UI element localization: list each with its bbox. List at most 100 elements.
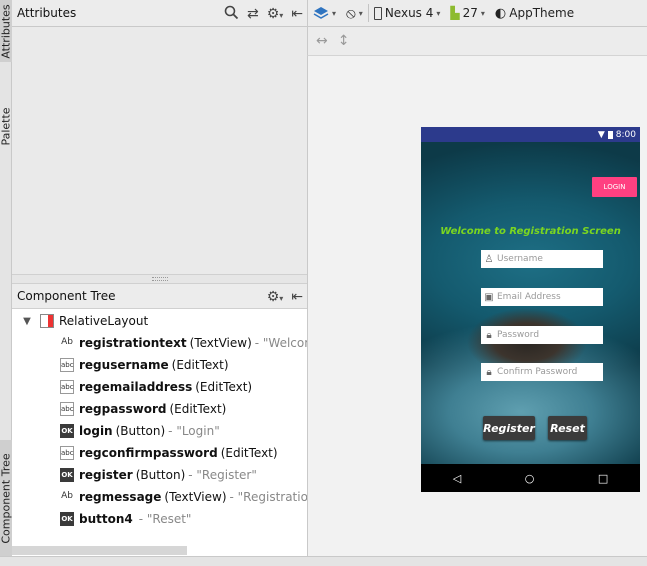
lock-icon: 🔒︎ <box>486 329 492 341</box>
phone-preview: ▼ 8:00 LOGIN Welcome to Registration Scr… <box>421 127 640 492</box>
confirm-password-field[interactable]: 🔒︎ Confirm Password <box>481 363 603 381</box>
widget-type: (TextView) <box>189 336 252 350</box>
tab-palette-label: Palette <box>0 106 13 146</box>
component-tree-tools: ⚙▾ ⇤ <box>267 284 303 309</box>
search-icon[interactable] <box>224 5 239 23</box>
layers-icon <box>313 7 329 19</box>
edittext-widget-icon: abc <box>60 446 74 460</box>
design-toolbar: ▾ ⦸ ▾ Nexus 4 ▾ ▙ 27 ▾ ◐ AppTheme <box>307 0 647 27</box>
theme-icon: ◐ <box>494 5 507 21</box>
widget-type: (Button) <box>115 424 166 438</box>
device-selector[interactable]: Nexus 4 ▾ <box>369 0 446 27</box>
status-bar: ▼ 8:00 <box>421 127 640 142</box>
password-field[interactable]: 🔒︎ Password <box>481 326 603 344</box>
design-toolbar-secondary: ↔ ↕ <box>307 27 647 56</box>
person-icon: ♙ <box>484 253 494 265</box>
welcome-text: Welcome to Registration Screen <box>440 226 621 237</box>
edittext-widget-icon: abc <box>60 402 74 416</box>
api-level-selector[interactable]: ▙ 27 ▾ <box>445 0 490 27</box>
button-widget-icon: OK <box>60 512 74 526</box>
attributes-header: Attributes ⇄ ⚙▾ ⇤ <box>12 0 307 27</box>
widget-type: (EditText) <box>195 380 253 394</box>
widget-type: (EditText) <box>171 358 229 372</box>
email-field[interactable]: ▣ Email Address <box>481 288 603 306</box>
tree-row-regemailaddress[interactable]: abc regemailaddress (EditText) <box>12 376 307 398</box>
hide-panel-icon[interactable]: ⇤ <box>291 290 303 304</box>
root-label: RelativeLayout <box>59 314 149 328</box>
tree-row-registrationtext[interactable]: Ab registrationtext(TextView)- "Welcome t… <box>12 332 307 354</box>
widget-id: regemailaddress <box>79 380 193 394</box>
tab-component-tree-label: Component Tree <box>0 452 13 544</box>
hide-panel-icon[interactable]: ⇤ <box>291 7 303 21</box>
reset-button[interactable]: Reset <box>548 416 587 440</box>
username-field[interactable]: ♙ Username <box>481 250 603 268</box>
orientation-button[interactable]: ⦸ ▾ <box>341 0 368 27</box>
navigation-bar: ◁ ○ □ <box>421 464 640 492</box>
recents-icon[interactable]: □ <box>598 472 608 485</box>
edittext-widget-icon: abc <box>60 380 74 394</box>
email-placeholder: Email Address <box>497 292 561 302</box>
widget-id: login <box>79 424 113 438</box>
app-screen: LOGIN Welcome to Registration Screen ♙ U… <box>421 142 640 464</box>
widget-id: register <box>79 468 133 482</box>
side-tool-strip: Attributes Palette Component Tree <box>0 0 13 556</box>
tab-component-tree[interactable]: Component Tree <box>0 440 13 556</box>
device-label: Nexus 4 <box>384 6 434 20</box>
widget-id: registrationtext <box>79 336 187 350</box>
tree-row-regusername[interactable]: abc regusername (EditText) <box>12 354 307 376</box>
tree-row-login[interactable]: OK login (Button) - "Login" <box>12 420 307 442</box>
widget-id: button4 <box>79 512 133 526</box>
widget-type: (EditText) <box>169 402 227 416</box>
gear-icon[interactable]: ⚙▾ <box>267 290 284 304</box>
gear-icon[interactable]: ⚙▾ <box>267 7 284 21</box>
design-surface-button[interactable]: ▾ <box>308 0 341 27</box>
widget-type: (TextView) <box>164 490 227 504</box>
login-button[interactable]: LOGIN <box>592 177 637 197</box>
button-widget-icon: OK <box>60 468 74 482</box>
home-icon[interactable]: ○ <box>525 472 535 485</box>
edittext-widget-icon: abc <box>60 358 74 372</box>
widget-text-preview: - "Registration Suc <box>229 490 307 504</box>
textview-widget-icon: Ab <box>61 337 73 347</box>
component-tree-header: Component Tree ⚙▾ ⇤ <box>12 284 307 309</box>
widget-text-preview: - "Welcome to <box>254 336 307 350</box>
button-widget-icon: OK <box>60 424 74 438</box>
api-level-label: 27 <box>462 6 478 20</box>
contact-card-icon: ▣ <box>484 291 494 303</box>
widget-id: regconfirmpassword <box>79 446 218 460</box>
expand-arrow-icon[interactable]: ▼ <box>20 316 34 327</box>
tab-attributes-label: Attributes <box>0 3 13 59</box>
tab-attributes[interactable]: Attributes <box>0 0 13 62</box>
tree-row-register[interactable]: OK register (Button) - "Register" <box>12 464 307 486</box>
tab-palette[interactable]: Palette <box>0 96 13 156</box>
expand-vertical-icon[interactable]: ↕ <box>338 33 350 49</box>
attributes-title: Attributes <box>17 6 77 20</box>
tree-row-button4[interactable]: OK button4 - "Reset" <box>12 508 307 530</box>
tree-row-root[interactable]: ▼ RelativeLayout <box>12 310 307 332</box>
component-tree-body: ▼ RelativeLayout Ab registrationtext (Text… <box>12 309 307 556</box>
lock-icon: 🔒︎ <box>486 366 492 378</box>
theme-selector[interactable]: ◐ AppTheme <box>490 0 579 27</box>
splitter-grip[interactable] <box>152 277 168 281</box>
expand-horizontal-icon[interactable]: ↔ <box>316 33 328 49</box>
attributes-tools: ⇄ ⚙▾ ⇤ <box>224 0 303 27</box>
widget-type: (Button) <box>135 468 186 482</box>
panel-splitter[interactable] <box>12 274 307 284</box>
tree-horizontal-scrollbar[interactable] <box>12 546 187 555</box>
battery-icon <box>607 130 613 139</box>
widget-id: regmessage <box>79 490 162 504</box>
widget-text-preview: - "Register" <box>188 468 257 482</box>
wifi-icon: ▼ <box>597 129 605 140</box>
status-time: 8:00 <box>615 129 636 140</box>
confirm-password-placeholder: Confirm Password <box>497 367 578 377</box>
tree-row-regmessage[interactable]: Ab regmessage(TextView)- "Registration Su… <box>12 486 307 508</box>
register-button[interactable]: Register <box>483 416 535 440</box>
tree-row-regpassword[interactable]: abc regpassword (EditText) <box>12 398 307 420</box>
widget-type: (EditText) <box>220 446 278 460</box>
tree-row-regconfirmpassword[interactable]: abc regconfirmpassword (EditText) <box>12 442 307 464</box>
widget-id: regpassword <box>79 402 167 416</box>
back-icon[interactable]: ◁ <box>453 472 461 485</box>
password-placeholder: Password <box>497 330 540 340</box>
swap-view-icon[interactable]: ⇄ <box>247 7 259 21</box>
relativelayout-icon <box>40 314 54 328</box>
